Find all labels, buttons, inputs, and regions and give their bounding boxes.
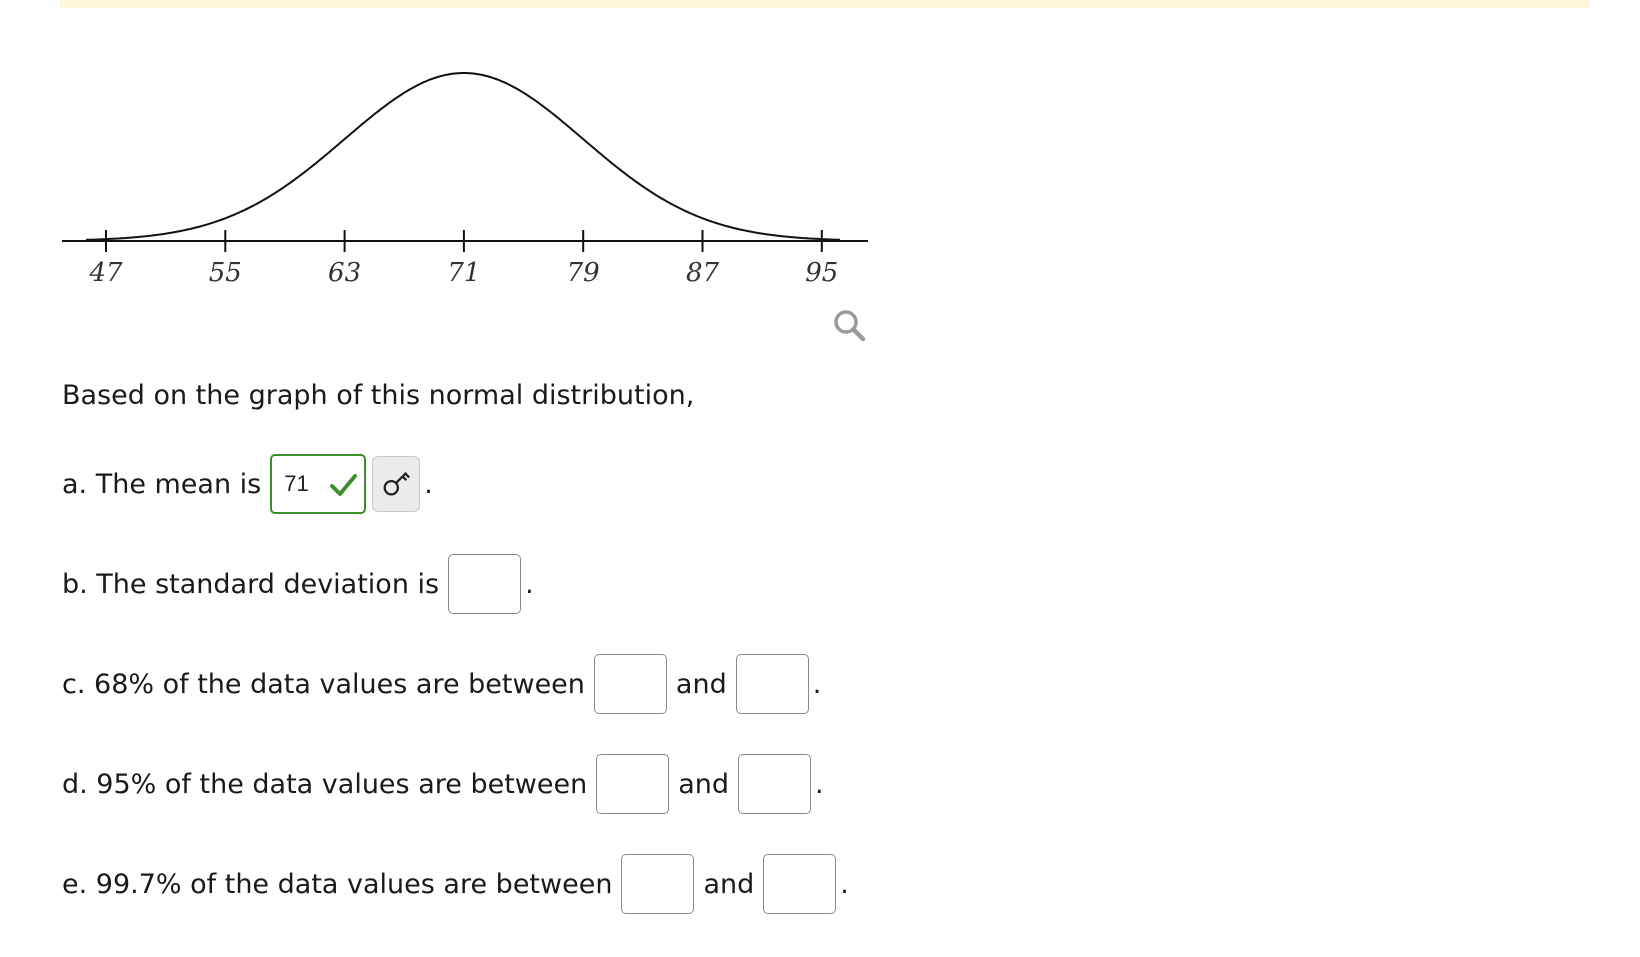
question-c-period: . xyxy=(812,668,822,700)
question-e: e. 99.7% of the data values are between … xyxy=(62,854,849,914)
question-e-and: and xyxy=(703,868,755,900)
question-c-label: c. 68% of the data values are between xyxy=(62,668,585,700)
normal-distribution-graph: 47 55 63 71 79 87 95 xyxy=(62,72,868,288)
question-a: a. The mean is 71 . xyxy=(62,454,433,514)
range-99-7-lower-input[interactable] xyxy=(621,854,695,914)
mean-answer-value: 71 xyxy=(284,471,309,496)
question-d-label: d. 95% of the data values are between xyxy=(62,768,588,800)
range-95-lower-input[interactable] xyxy=(596,754,670,814)
bell-curve xyxy=(85,72,840,241)
x-axis-tick-label: 71 xyxy=(447,258,480,288)
question-c-and: and xyxy=(675,668,727,700)
x-axis-tick-label: 95 xyxy=(805,258,838,288)
answer-key-button[interactable] xyxy=(372,456,421,512)
zoom-icon[interactable] xyxy=(832,308,868,344)
checkmark-icon xyxy=(330,474,358,496)
std-dev-input[interactable] xyxy=(448,554,522,614)
key-icon xyxy=(383,471,411,496)
mean-answer-field[interactable]: 71 xyxy=(270,454,367,514)
range-68-lower-input[interactable] xyxy=(593,654,667,714)
x-axis-tick-label: 87 xyxy=(686,258,720,288)
question-b: b. The standard deviation is . xyxy=(62,554,534,614)
intro-text: Based on the graph of this normal distri… xyxy=(62,380,695,411)
x-axis-tick-label: 55 xyxy=(209,258,242,288)
question-a-period: . xyxy=(424,468,433,500)
x-axis-tick-label: 79 xyxy=(567,258,600,288)
range-68-upper-input[interactable] xyxy=(735,654,809,714)
question-a-label: a. The mean is xyxy=(62,468,262,500)
question-e-period: . xyxy=(840,868,849,900)
question-e-label: e. 99.7% of the data values are between xyxy=(62,868,613,900)
question-d-and: and xyxy=(678,768,729,800)
range-99-7-upper-input[interactable] xyxy=(763,854,837,914)
question-b-label: b. The standard deviation is xyxy=(62,568,440,600)
question-c: c. 68% of the data values are between an… xyxy=(62,654,821,714)
question-d-period: . xyxy=(815,768,824,800)
question-b-period: . xyxy=(525,568,534,600)
range-95-upper-input[interactable] xyxy=(738,754,811,814)
x-axis-tick-label: 47 xyxy=(88,258,123,288)
x-axis-tick-label: 63 xyxy=(328,258,361,288)
x-axis-ticks: 47 55 63 71 79 87 95 xyxy=(88,230,838,288)
question-d: d. 95% of the data values are between an… xyxy=(62,754,824,814)
